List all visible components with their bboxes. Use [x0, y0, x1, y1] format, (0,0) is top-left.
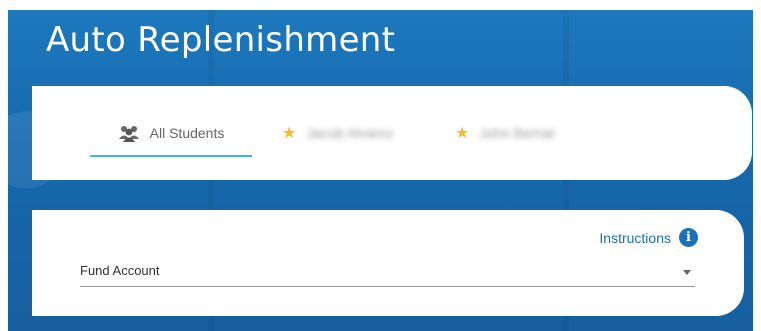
fund-account-card: Instructions i Fund Account: [32, 210, 744, 316]
star-icon: ★: [282, 125, 297, 142]
page-background: Auto Replenishment All Students ★ Jacob …: [8, 10, 753, 331]
fund-account-select[interactable]: Fund Account: [80, 260, 695, 287]
tab-student-1[interactable]: ★ Jacob Alvarez: [282, 111, 394, 155]
instructions-link[interactable]: Instructions i: [599, 228, 698, 247]
tab-label: Jacob Alvarez: [306, 125, 394, 141]
tab-label: John Bernal: [479, 125, 555, 141]
tab-student-2[interactable]: ★ John Bernal: [455, 111, 554, 155]
users-icon: [118, 124, 140, 142]
fund-account-label: Fund Account: [80, 263, 160, 278]
star-icon: ★: [455, 125, 470, 142]
chevron-down-icon: [683, 270, 691, 275]
tab-all-students[interactable]: All Students: [90, 111, 252, 157]
page-title: Auto Replenishment: [46, 20, 396, 60]
tab-label: All Students: [149, 125, 225, 141]
info-icon: i: [679, 228, 698, 247]
instructions-label: Instructions: [599, 229, 671, 246]
student-tabs-card: All Students ★ Jacob Alvarez ★ John Bern…: [32, 86, 752, 180]
